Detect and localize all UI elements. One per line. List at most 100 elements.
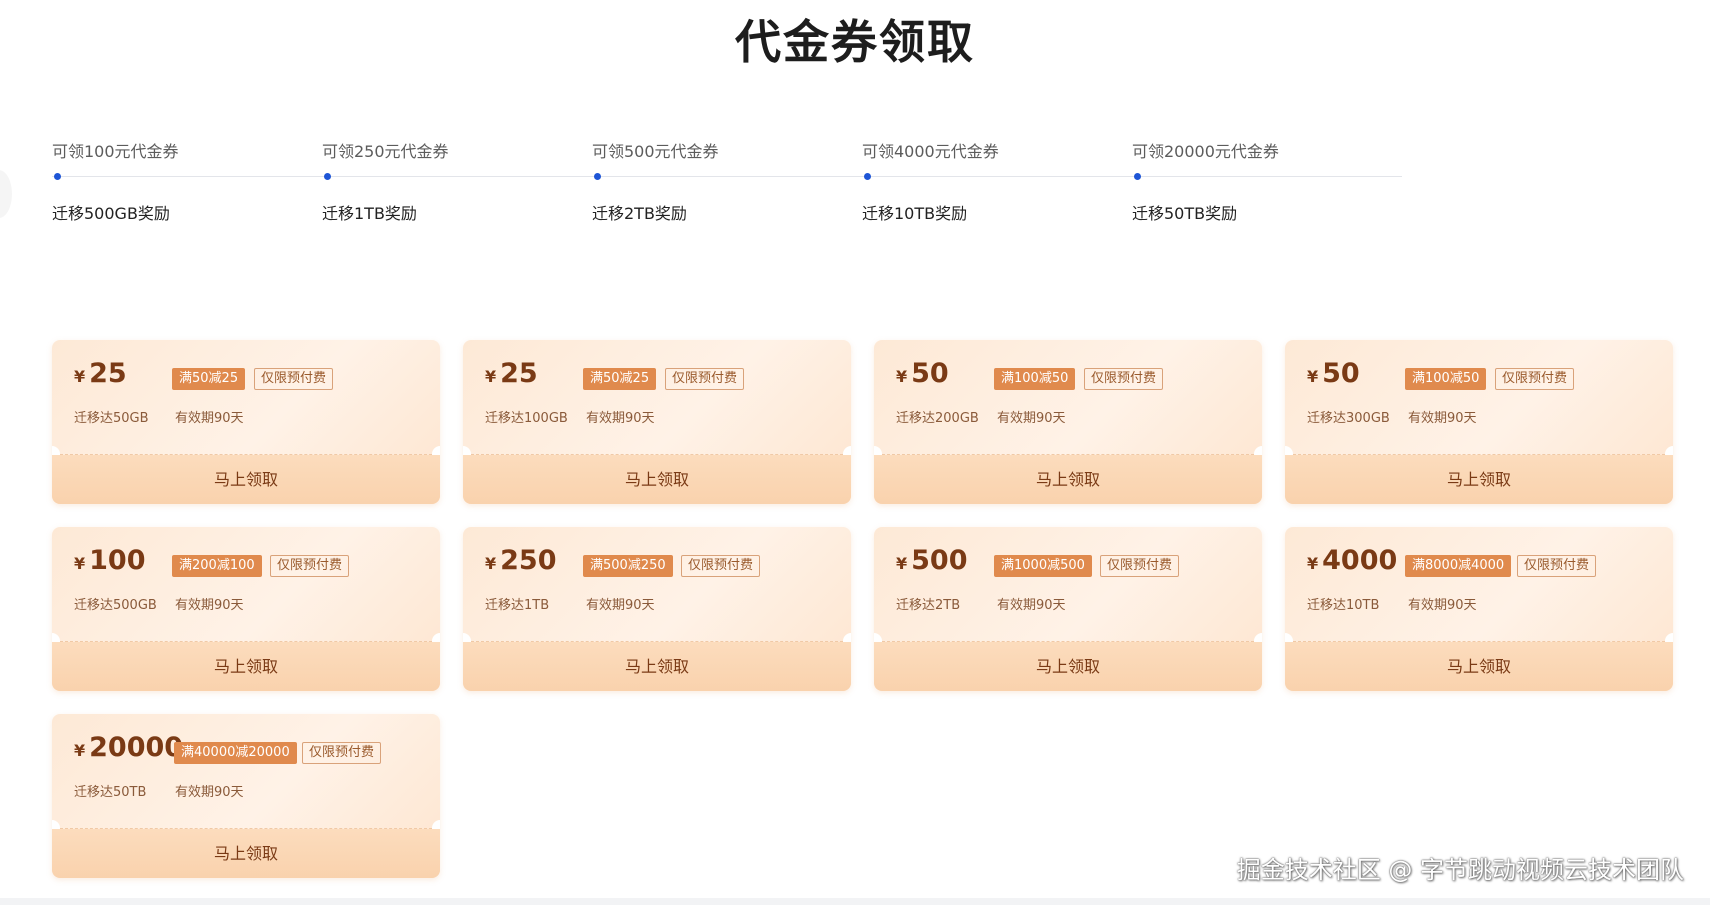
claim-button[interactable]: 马上领取 (874, 642, 1262, 691)
left-edge-decoration (0, 170, 12, 218)
coupon-info: ¥50 满100减50 仅限预付费 迁移达300GB 有效期90天 (1285, 340, 1673, 454)
coupon-price: ¥25 (485, 358, 538, 393)
claim-button[interactable]: 马上领取 (463, 455, 851, 504)
coupon-info: ¥50 满100减50 仅限预付费 迁移达200GB 有效期90天 (874, 340, 1262, 454)
coupon-amount: 50 (911, 358, 949, 389)
coupon-card: ¥250 满500减250 仅限预付费 迁移达1TB 有效期90天 马上领取 (463, 527, 851, 691)
coupon-info: ¥25 满50减25 仅限预付费 迁移达50GB 有效期90天 (52, 340, 440, 454)
step-label: 可领20000元代金券 (1132, 142, 1279, 161)
coupon-info: ¥250 满500减250 仅限预付费 迁移达1TB 有效期90天 (463, 527, 851, 641)
coupon-info: ¥500 满1000减500 仅限预付费 迁移达2TB 有效期90天 (874, 527, 1262, 641)
coupon-scope-tag: 仅限预付费 (302, 742, 382, 764)
coupon-condition: 迁移达2TB (896, 598, 961, 613)
currency-symbol: ¥ (485, 554, 497, 573)
coupon-card: ¥4000 满8000减4000 仅限预付费 迁移达10TB 有效期90天 马上… (1285, 527, 1673, 691)
coupon-condition: 迁移达500GB (74, 598, 157, 613)
coupon-price: ¥20000 (74, 732, 183, 767)
step-label: 可领250元代金券 (322, 142, 449, 161)
claim-button[interactable]: 马上领取 (1285, 642, 1673, 691)
step-dot (864, 173, 871, 180)
coupon-amount: 100 (89, 545, 146, 576)
coupon-info: ¥4000 满8000减4000 仅限预付费 迁移达10TB 有效期90天 (1285, 527, 1673, 641)
coupon-condition: 迁移达10TB (1307, 598, 1380, 613)
coupon-card: ¥25 满50减25 仅限预付费 迁移达100GB 有效期90天 马上领取 (463, 340, 851, 504)
coupon-validity: 有效期90天 (175, 411, 244, 426)
step-label: 可领500元代金券 (592, 142, 719, 161)
coupon-card: ¥50 满100减50 仅限预付费 迁移达200GB 有效期90天 马上领取 (874, 340, 1262, 504)
coupon-amount: 20000 (89, 732, 184, 763)
coupon-rule-tag: 满8000减4000 (1405, 555, 1512, 577)
coupon-scope-tag: 仅限预付费 (1084, 368, 1164, 390)
coupon-scope-tag: 仅限预付费 (270, 555, 350, 577)
coupon-price: ¥4000 (1307, 545, 1397, 580)
coupon-rule-tag: 满40000减20000 (174, 742, 297, 764)
bottom-bar (0, 898, 1710, 905)
claim-button[interactable]: 马上领取 (463, 642, 851, 691)
coupon-rule-tag: 满200减100 (172, 555, 262, 577)
coupon-price: ¥250 (485, 545, 557, 580)
coupon-validity: 有效期90天 (997, 411, 1066, 426)
coupon-card: ¥500 满1000减500 仅限预付费 迁移达2TB 有效期90天 马上领取 (874, 527, 1262, 691)
currency-symbol: ¥ (74, 741, 86, 760)
claim-button[interactable]: 马上领取 (52, 455, 440, 504)
step-dot (324, 173, 331, 180)
coupon-condition: 迁移达1TB (485, 598, 550, 613)
step-desc: 迁移50TB奖励 (1132, 204, 1238, 223)
currency-symbol: ¥ (74, 367, 86, 386)
coupon-scope-tag: 仅限预付费 (1495, 368, 1575, 390)
coupon-condition: 迁移达100GB (485, 411, 568, 426)
step-desc: 迁移500GB奖励 (52, 204, 170, 223)
coupon-info: ¥100 满200减100 仅限预付费 迁移达500GB 有效期90天 (52, 527, 440, 641)
claim-button[interactable]: 马上领取 (52, 642, 440, 691)
coupon-validity: 有效期90天 (1408, 598, 1477, 613)
coupon-validity: 有效期90天 (997, 598, 1066, 613)
step-desc: 迁移1TB奖励 (322, 204, 417, 223)
coupon-rule-tag: 满1000减500 (994, 555, 1092, 577)
currency-symbol: ¥ (1307, 554, 1319, 573)
coupon-info: ¥25 满50减25 仅限预付费 迁移达100GB 有效期90天 (463, 340, 851, 454)
coupon-scope-tag: 仅限预付费 (681, 555, 761, 577)
coupon-validity: 有效期90天 (586, 598, 655, 613)
step-item: 可领500元代金券 迁移2TB奖励 (592, 138, 852, 223)
coupon-rule-tag: 满50减25 (583, 368, 657, 390)
coupon-amount: 25 (89, 358, 127, 389)
currency-symbol: ¥ (896, 367, 908, 386)
step-dot (54, 173, 61, 180)
coupon-condition: 迁移达50GB (74, 411, 149, 426)
coupon-validity: 有效期90天 (175, 785, 244, 800)
coupon-info: ¥20000 满40000减20000 仅限预付费 迁移达50TB 有效期90天 (52, 714, 440, 828)
coupon-price: ¥500 (896, 545, 968, 580)
step-desc: 迁移2TB奖励 (592, 204, 687, 223)
coupon-price: ¥100 (74, 545, 146, 580)
coupon-amount: 250 (500, 545, 557, 576)
coupon-rule-tag: 满50减25 (172, 368, 246, 390)
coupon-validity: 有效期90天 (586, 411, 655, 426)
page-title: 代金券领取 (735, 15, 975, 69)
claim-button[interactable]: 马上领取 (874, 455, 1262, 504)
step-label: 可领100元代金券 (52, 142, 179, 161)
coupon-card: ¥20000 满40000减20000 仅限预付费 迁移达50TB 有效期90天… (52, 714, 440, 878)
coupon-rule-tag: 满500减250 (583, 555, 673, 577)
watermark: 掘金技术社区 @ 字节跳动视频云技术团队 (1236, 856, 1684, 884)
coupon-card: ¥100 满200减100 仅限预付费 迁移达500GB 有效期90天 马上领取 (52, 527, 440, 691)
coupon-card: ¥25 满50减25 仅限预付费 迁移达50GB 有效期90天 马上领取 (52, 340, 440, 504)
reward-steps: 可领100元代金券 迁移500GB奖励 可领250元代金券 迁移1TB奖励 可领… (52, 138, 1402, 228)
coupon-price: ¥25 (74, 358, 127, 393)
step-item: 可领100元代金券 迁移500GB奖励 (52, 138, 312, 223)
steps-line (52, 176, 1402, 177)
coupon-price: ¥50 (1307, 358, 1360, 393)
coupon-scope-tag: 仅限预付费 (665, 368, 745, 390)
coupon-card: ¥50 满100减50 仅限预付费 迁移达300GB 有效期90天 马上领取 (1285, 340, 1673, 504)
step-label: 可领4000元代金券 (862, 142, 999, 161)
currency-symbol: ¥ (896, 554, 908, 573)
claim-button[interactable]: 马上领取 (52, 829, 440, 878)
claim-button[interactable]: 马上领取 (1285, 455, 1673, 504)
step-desc: 迁移10TB奖励 (862, 204, 968, 223)
coupon-validity: 有效期90天 (1408, 411, 1477, 426)
step-item: 可领20000元代金券 迁移50TB奖励 (1132, 138, 1392, 223)
coupon-condition: 迁移达300GB (1307, 411, 1390, 426)
coupon-scope-tag: 仅限预付费 (254, 368, 334, 390)
coupon-scope-tag: 仅限预付费 (1100, 555, 1180, 577)
coupon-amount: 4000 (1322, 545, 1398, 576)
step-item: 可领250元代金券 迁移1TB奖励 (322, 138, 582, 223)
